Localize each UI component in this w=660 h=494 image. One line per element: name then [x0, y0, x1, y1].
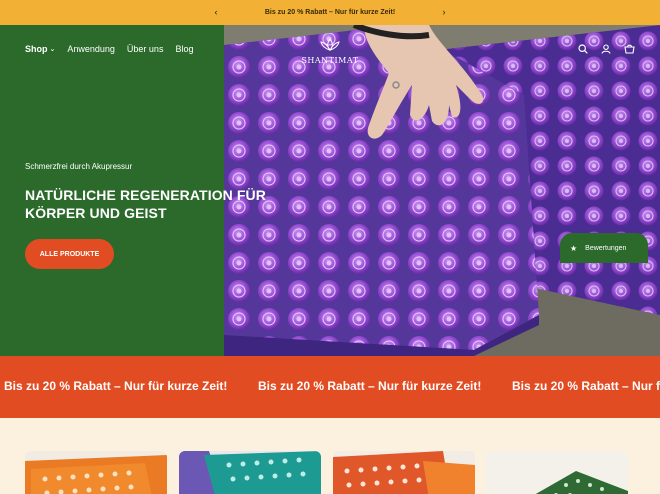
header-actions — [577, 43, 635, 55]
nav-item-blog[interactable]: Blog — [175, 44, 193, 54]
marquee-text: Bis zu 20 % Rabatt – Nur für kurze Zeit! — [512, 379, 660, 393]
main-nav: Shop ⌄ Anwendung Über uns Blog — [25, 44, 193, 54]
announcement-text: Bis zu 20 % Rabatt – Nur für kurze Zeit! — [264, 9, 396, 16]
marquee-text: Bis zu 20 % Rabatt – Nur für kurze Zeit! — [258, 379, 482, 393]
nav-item-shop[interactable]: Shop ⌄ — [25, 44, 55, 54]
all-products-button[interactable]: ALLE PRODUKTE — [25, 239, 114, 269]
marquee-text: Bis zu 20 % Rabatt – Nur für kurze Zeit! — [4, 379, 228, 393]
nav-shop-label: Shop — [25, 44, 48, 54]
product-card-image[interactable] — [179, 451, 321, 494]
product-card-image[interactable] — [486, 451, 628, 494]
reviews-tab[interactable]: ★ Bewertungen — [560, 233, 648, 263]
promo-marquee: Bis zu 20 % Rabatt – Nur für kurze Zeit!… — [0, 356, 660, 418]
hero-image — [224, 25, 660, 356]
chevron-down-icon: ⌄ — [49, 46, 56, 53]
product-grid — [0, 418, 660, 494]
account-icon[interactable] — [600, 43, 612, 55]
logo[interactable]: SHANTIMAT — [300, 37, 360, 65]
chevron-left-icon[interactable]: ‹ — [210, 6, 222, 18]
hero-headline: Natürliche Regeneration für Körper und G… — [25, 186, 285, 222]
hero-section: Shop ⌄ Anwendung Über uns Blog SHANTIMAT… — [0, 25, 660, 356]
acupressure-mat-photo — [224, 25, 660, 356]
hero-headline-line-2: Körper und Geist — [25, 205, 167, 221]
announcement-bar: ‹ Bis zu 20 % Rabatt – Nur für kurze Zei… — [0, 0, 660, 25]
orange-mat-image — [25, 451, 167, 494]
nav-item-ueber-uns[interactable]: Über uns — [127, 44, 164, 54]
nav-item-anwendung[interactable]: Anwendung — [67, 44, 115, 54]
chevron-right-icon[interactable]: › — [438, 6, 450, 18]
product-card-image[interactable] — [25, 451, 167, 494]
hero-kicker: Schmerzfrei durch Akupressur — [25, 162, 133, 171]
red-mat-image — [333, 451, 475, 494]
logo-text: SHANTIMAT — [301, 56, 359, 65]
hero-headline-line-1: Natürliche Regeneration für — [25, 187, 266, 203]
cart-icon[interactable] — [623, 43, 635, 55]
green-mat-image — [486, 451, 628, 494]
teal-mat-image — [179, 451, 321, 494]
product-card-image[interactable] — [333, 451, 475, 494]
lotus-icon — [320, 38, 340, 51]
star-icon: ★ — [570, 243, 578, 253]
reviews-tab-label: Bewertungen — [585, 244, 627, 252]
search-icon[interactable] — [577, 43, 589, 55]
